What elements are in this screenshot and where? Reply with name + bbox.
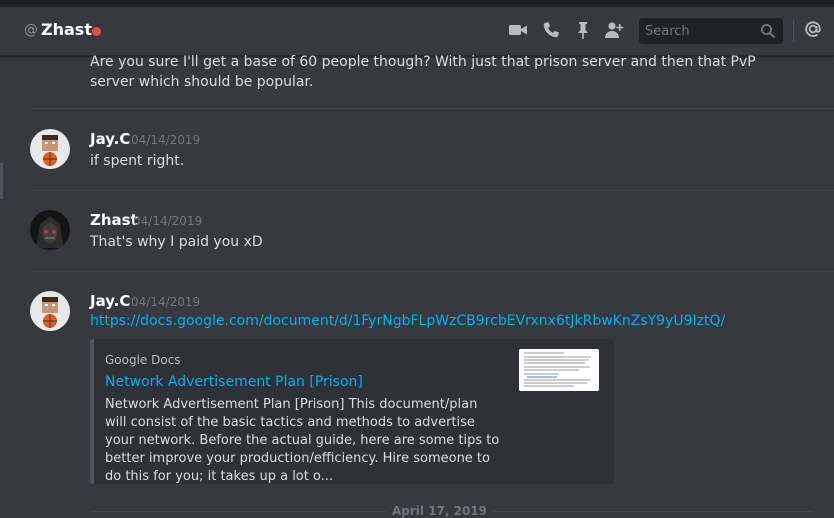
search-box[interactable] xyxy=(639,18,783,44)
message-list: Are you sure I'll get a base of 60 peopl… xyxy=(0,54,834,518)
dm-username: Zhast xyxy=(41,20,92,39)
message-author[interactable]: Jay.C xyxy=(90,130,130,148)
message-timestamp: 04/14/2019 xyxy=(131,295,201,309)
search-input[interactable] xyxy=(639,18,763,44)
video-call-icon[interactable] xyxy=(508,20,528,40)
avatar-jay-c[interactable] xyxy=(30,129,70,169)
message-timestamp: 04/14/2019 xyxy=(133,214,203,228)
message-group-separator xyxy=(30,108,834,109)
message-link[interactable]: https://docs.google.com/document/d/1FyrN… xyxy=(90,313,725,329)
message-author[interactable]: Jay.C xyxy=(90,292,130,310)
header-divider xyxy=(793,20,794,42)
mention-icon[interactable] xyxy=(803,19,823,39)
embed-provider[interactable]: Google Docs xyxy=(105,353,181,367)
embed-title[interactable]: Network Advertisement Plan [Prison] xyxy=(105,374,363,390)
add-friend-icon[interactable] xyxy=(604,20,624,40)
message-timestamp: 04/14/2019 xyxy=(131,133,201,147)
message-text: Are you sure I'll get a base of 60 peopl… xyxy=(90,54,756,90)
avatar-zhast[interactable] xyxy=(30,210,70,250)
embed-thumbnail[interactable] xyxy=(519,349,599,391)
channel-header: @ Zhast xyxy=(0,7,834,56)
window-top-strip xyxy=(0,0,834,7)
message-author[interactable]: Zhast xyxy=(90,211,138,229)
voice-call-icon[interactable] xyxy=(541,20,561,40)
message-text: if spent right. xyxy=(90,153,185,169)
at-sign-icon: @ xyxy=(24,22,38,38)
message-group-separator xyxy=(30,190,834,191)
message-group-separator xyxy=(30,271,834,272)
search-icon[interactable] xyxy=(760,23,776,39)
status-dot-do-not-disturb xyxy=(92,27,101,36)
pin-icon[interactable] xyxy=(573,20,593,40)
avatar-jay-c[interactable] xyxy=(30,291,70,331)
link-embed: Google Docs Network Advertisement Plan [… xyxy=(90,339,614,484)
embed-description: Network Advertisement Plan [Prison] This… xyxy=(105,397,500,484)
message-text: That's why I paid you xD xyxy=(90,234,263,250)
